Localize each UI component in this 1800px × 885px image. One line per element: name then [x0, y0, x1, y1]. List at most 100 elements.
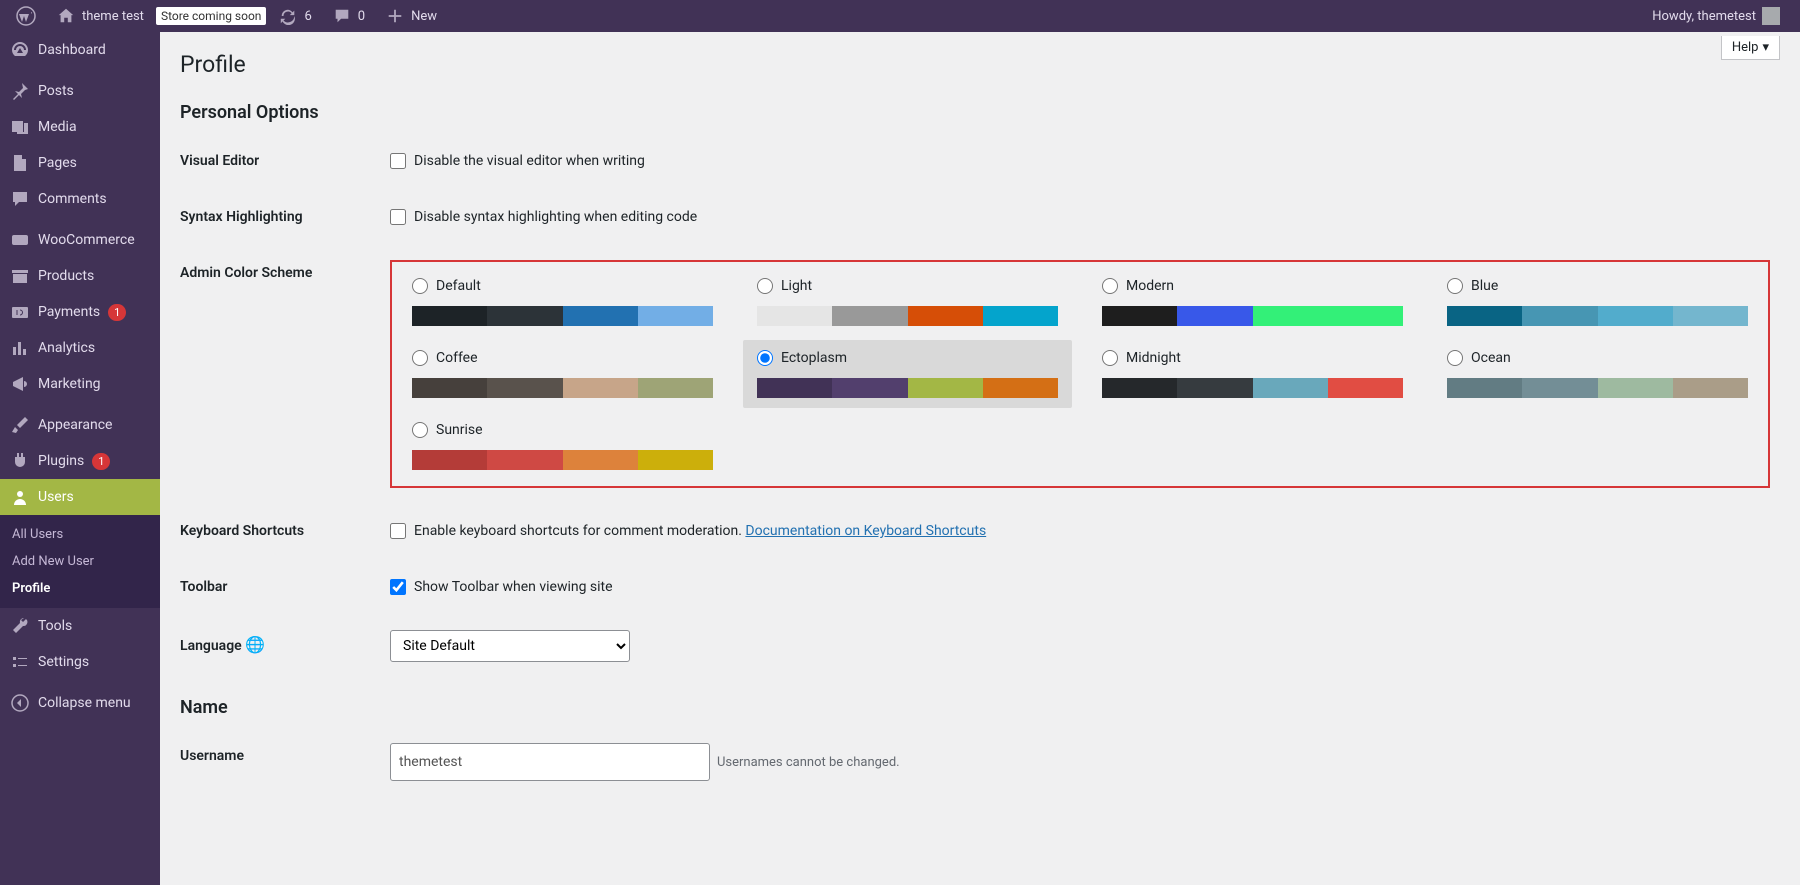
- wordpress-icon: [16, 6, 36, 26]
- submenu-profile[interactable]: Profile: [0, 575, 160, 602]
- plugin-icon: [10, 451, 30, 471]
- sidebar-item-label: Collapse menu: [38, 695, 131, 711]
- sidebar-item-comments[interactable]: Comments: [0, 181, 160, 217]
- sidebar-item-media[interactable]: Media: [0, 109, 160, 145]
- updates-menu[interactable]: 6: [270, 0, 319, 32]
- language-label: Language 🌐: [180, 615, 380, 677]
- color-scheme-radio[interactable]: [1102, 278, 1118, 294]
- color-scheme-option-default[interactable]: Default: [398, 268, 727, 336]
- wp-logo-menu[interactable]: [8, 0, 44, 32]
- color-swatch-row: [412, 306, 713, 326]
- sidebar-item-tools[interactable]: Tools: [0, 608, 160, 644]
- shortcuts-checkbox[interactable]: [390, 523, 406, 539]
- color-swatch: [1522, 378, 1597, 398]
- color-swatch: [1673, 306, 1748, 326]
- settings-icon: [10, 652, 30, 672]
- color-swatch: [638, 378, 713, 398]
- comments-menu[interactable]: 0: [324, 0, 373, 32]
- megaphone-icon: [10, 374, 30, 394]
- sidebar-item-users[interactable]: Users: [0, 479, 160, 515]
- color-scheme-radio[interactable]: [412, 278, 428, 294]
- color-swatch: [1598, 378, 1673, 398]
- color-swatch: [1447, 306, 1522, 326]
- color-swatch: [1102, 306, 1177, 326]
- color-scheme-radio[interactable]: [412, 350, 428, 366]
- sidebar-item-analytics[interactable]: Analytics: [0, 330, 160, 366]
- color-scheme-name: Modern: [1126, 278, 1174, 294]
- sidebar-item-label: Comments: [38, 191, 107, 207]
- submenu-add-user[interactable]: Add New User: [0, 548, 160, 575]
- color-scheme-option-midnight[interactable]: Midnight: [1088, 340, 1417, 408]
- color-swatch-row: [1447, 306, 1748, 326]
- sidebar-item-dashboard[interactable]: Dashboard: [0, 32, 160, 68]
- color-scheme-name: Ocean: [1471, 350, 1511, 366]
- color-scheme-option-light[interactable]: Light: [743, 268, 1072, 336]
- sidebar-item-marketing[interactable]: Marketing: [0, 366, 160, 402]
- color-scheme-option-blue[interactable]: Blue: [1433, 268, 1762, 336]
- color-scheme-radio[interactable]: [1447, 278, 1463, 294]
- color-scheme-name: Sunrise: [436, 422, 483, 438]
- color-scheme-grid: Default Light Modern Blue CoffeeEctoplasmMid…: [398, 268, 1762, 480]
- toolbar-checkbox[interactable]: [390, 579, 406, 595]
- visual-editor-checkbox[interactable]: [390, 153, 406, 169]
- shortcuts-label: Keyboard Shortcuts: [180, 503, 380, 559]
- color-swatch: [1328, 306, 1403, 326]
- color-scheme-radio[interactable]: [412, 422, 428, 438]
- page-icon: [10, 153, 30, 173]
- sidebar-item-plugins[interactable]: Plugins 1: [0, 443, 160, 479]
- syntax-checkbox-row[interactable]: Disable syntax highlighting when editing…: [390, 209, 1770, 225]
- sidebar-item-label: Posts: [38, 83, 74, 99]
- shortcuts-doc-link[interactable]: Documentation on Keyboard Shortcuts: [745, 523, 986, 539]
- visual-editor-checkbox-row[interactable]: Disable the visual editor when writing: [390, 153, 1770, 169]
- username-label: Username: [180, 728, 380, 796]
- color-swatch-row: [757, 378, 1058, 398]
- color-scheme-option-ectoplasm[interactable]: Ectoplasm: [743, 340, 1072, 408]
- sidebar-item-woocommerce[interactable]: WooCommerce: [0, 222, 160, 258]
- color-scheme-radio[interactable]: [1102, 350, 1118, 366]
- home-icon: [56, 6, 76, 26]
- store-status-badge: Store coming soon: [156, 7, 267, 25]
- color-swatch: [638, 450, 713, 470]
- submenu-all-users[interactable]: All Users: [0, 521, 160, 548]
- color-scheme-radio[interactable]: [757, 278, 773, 294]
- color-scheme-option-sunrise[interactable]: Sunrise: [398, 412, 727, 480]
- color-swatch: [1328, 378, 1403, 398]
- color-scheme-option-modern[interactable]: Modern: [1088, 268, 1417, 336]
- color-swatch-row: [1102, 378, 1403, 398]
- color-swatch: [1598, 306, 1673, 326]
- site-name-menu[interactable]: theme test: [48, 0, 152, 32]
- admin-toolbar: theme test Store coming soon 6 0 New How…: [0, 0, 1800, 32]
- sidebar-collapse[interactable]: Collapse menu: [0, 685, 160, 721]
- visual-editor-label: Visual Editor: [180, 133, 380, 189]
- color-scheme-option-coffee[interactable]: Coffee: [398, 340, 727, 408]
- update-icon: [278, 6, 298, 26]
- new-label: New: [411, 9, 437, 24]
- sidebar-item-pages[interactable]: Pages: [0, 145, 160, 181]
- sidebar-item-label: Tools: [38, 618, 72, 634]
- color-scheme-name: Default: [436, 278, 481, 294]
- avatar: [1762, 7, 1780, 25]
- sidebar-item-products[interactable]: Products: [0, 258, 160, 294]
- color-swatch: [638, 306, 713, 326]
- sidebar-item-posts[interactable]: Posts: [0, 73, 160, 109]
- my-account-menu[interactable]: Howdy, themetest: [1644, 0, 1788, 32]
- shortcuts-checkbox-row[interactable]: Enable keyboard shortcuts for comment mo…: [390, 523, 1770, 539]
- sidebar-item-label: Media: [38, 119, 77, 135]
- sidebar-item-payments[interactable]: Payments 1: [0, 294, 160, 330]
- payment-icon: [10, 302, 30, 322]
- new-content-menu[interactable]: New: [377, 0, 445, 32]
- color-swatch: [487, 306, 562, 326]
- color-scheme-radio[interactable]: [1447, 350, 1463, 366]
- username-input[interactable]: [390, 743, 710, 781]
- help-tab[interactable]: Help ▾: [1721, 36, 1780, 60]
- color-scheme-option-ocean[interactable]: Ocean: [1433, 340, 1762, 408]
- admin-sidebar: Dashboard Posts Media Pages Comments Woo…: [0, 32, 160, 885]
- syntax-checkbox[interactable]: [390, 209, 406, 225]
- toolbar-checkbox-row[interactable]: Show Toolbar when viewing site: [390, 579, 1770, 595]
- color-scheme-radio[interactable]: [757, 350, 773, 366]
- language-select[interactable]: Site Default: [390, 630, 630, 662]
- color-swatch: [487, 450, 562, 470]
- sidebar-item-appearance[interactable]: Appearance: [0, 407, 160, 443]
- sidebar-item-settings[interactable]: Settings: [0, 644, 160, 680]
- adminbar-right: Howdy, themetest: [1644, 0, 1792, 32]
